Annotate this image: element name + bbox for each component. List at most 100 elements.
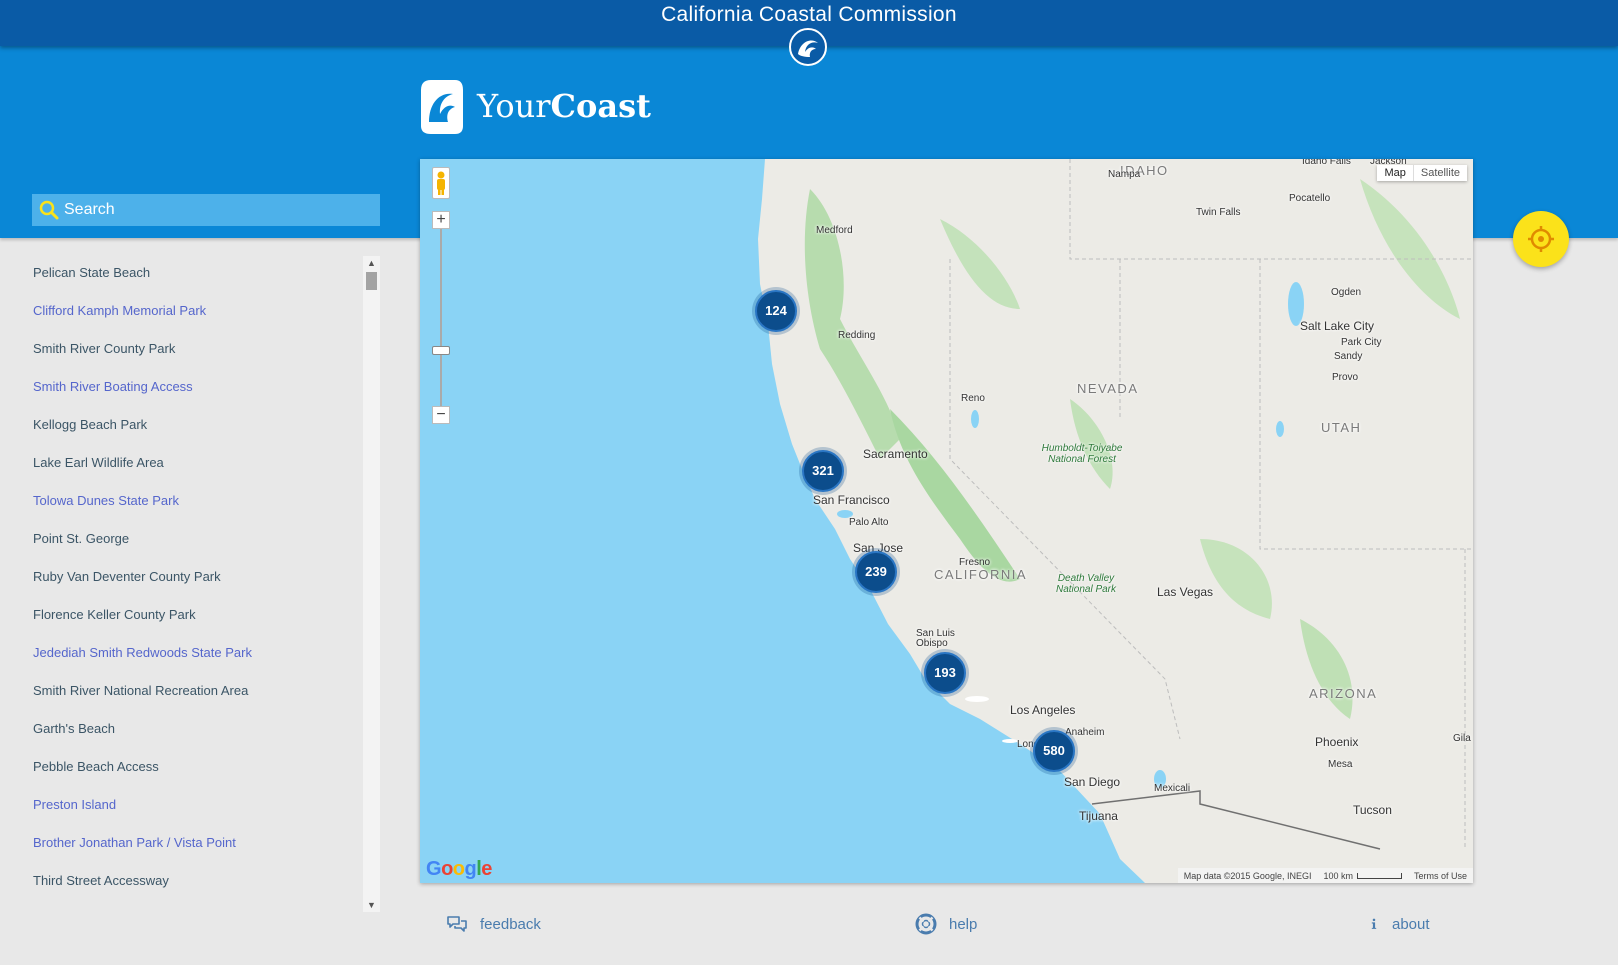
map-city-label: Sacramento bbox=[863, 447, 928, 461]
cluster-marker[interactable]: 321 bbox=[802, 450, 844, 492]
map-city-label: Anaheim bbox=[1065, 727, 1105, 738]
life-ring-icon bbox=[915, 913, 937, 935]
map-city-label: Mexicali bbox=[1154, 783, 1191, 794]
map-city-label: Mesa bbox=[1328, 759, 1353, 770]
zoom-in-button[interactable]: + bbox=[432, 211, 450, 229]
location-list-item[interactable]: Third Street Accessway bbox=[0, 862, 380, 900]
map-city-label: Tucson bbox=[1353, 803, 1392, 817]
map-city-label: Las Vegas bbox=[1157, 585, 1214, 599]
google-logo[interactable]: Google bbox=[426, 858, 492, 881]
map-city-label: Reno bbox=[961, 393, 985, 404]
location-list-item[interactable]: Jedediah Smith Redwoods State Park bbox=[0, 634, 380, 672]
locate-me-button[interactable] bbox=[1513, 211, 1569, 267]
map-terrain bbox=[420, 159, 1473, 883]
help-label: help bbox=[949, 915, 978, 933]
location-list-item[interactable]: Ruby Van Deventer County Park bbox=[0, 558, 380, 596]
search-box[interactable] bbox=[32, 194, 380, 226]
brand-wordmark: YourCoast bbox=[477, 87, 651, 125]
map-city-label: Nampa bbox=[1108, 169, 1141, 180]
location-list-item[interactable]: Lake Earl Wildlife Area bbox=[0, 444, 380, 482]
zoom-slider-track[interactable] bbox=[440, 229, 442, 406]
chat-bubbles-icon bbox=[447, 916, 467, 932]
brand-coast: Coast bbox=[550, 87, 651, 125]
about-link[interactable]: about bbox=[1368, 910, 1430, 938]
map-attribution: Map data ©2015 Google, INEGI 100 km Term… bbox=[1177, 868, 1473, 883]
location-list-item[interactable]: Point St. George bbox=[0, 520, 380, 558]
scale-bar bbox=[1356, 873, 1402, 880]
map-type-satellite[interactable]: Satellite bbox=[1412, 165, 1467, 181]
map-park-label: Death Valley National Park bbox=[1055, 573, 1117, 595]
location-list-item[interactable]: Smith River County Park bbox=[0, 330, 380, 368]
map-state-label: NEVADA bbox=[1077, 381, 1139, 396]
map-state-label: ARIZONA bbox=[1309, 686, 1378, 701]
map-city-label: San Francisco bbox=[813, 493, 890, 507]
search-icon bbox=[39, 200, 59, 220]
about-label: about bbox=[1392, 915, 1430, 933]
cluster-marker[interactable]: 580 bbox=[1033, 730, 1075, 772]
location-list-item[interactable]: Clifford Kamph Memorial Park bbox=[0, 292, 380, 330]
help-link[interactable]: help bbox=[915, 910, 977, 938]
terms-of-use-link[interactable]: Terms of Use bbox=[1414, 871, 1467, 881]
scroll-up-arrow-icon[interactable]: ▲ bbox=[363, 256, 380, 270]
map-city-label: Idaho Falls bbox=[1302, 159, 1351, 167]
scroll-down-arrow-icon[interactable]: ▼ bbox=[363, 898, 380, 912]
street-view-pegman[interactable] bbox=[432, 167, 450, 199]
map-park-label: Humboldt-Toiyabe National Forest bbox=[1041, 443, 1123, 465]
location-list-item[interactable]: Smith River National Recreation Area bbox=[0, 672, 380, 710]
cluster-marker[interactable]: 193 bbox=[924, 652, 966, 694]
feedback-label: feedback bbox=[480, 915, 541, 933]
location-list-item[interactable]: Pebble Beach Access bbox=[0, 748, 380, 786]
feedback-link[interactable]: feedback bbox=[446, 910, 541, 938]
map-city-label: Tijuana bbox=[1079, 809, 1118, 823]
location-list-scrollbar[interactable]: ▲ ▼ bbox=[363, 256, 380, 912]
location-list-item[interactable]: Garth's Beach bbox=[0, 710, 380, 748]
wave-icon bbox=[798, 40, 818, 57]
cluster-marker[interactable]: 124 bbox=[755, 290, 797, 332]
location-list-item[interactable]: Brother Jonathan Park / Vista Point bbox=[0, 824, 380, 862]
crosshair-icon bbox=[1528, 226, 1554, 252]
map-city-label: Los Angeles bbox=[1010, 703, 1076, 717]
zoom-slider-knob[interactable] bbox=[432, 346, 450, 355]
map-city-label: Palo Alto bbox=[849, 517, 889, 528]
location-list-item[interactable]: Kellogg Beach Park bbox=[0, 406, 380, 444]
map-city-label: Park City bbox=[1341, 337, 1382, 348]
pegman-icon bbox=[437, 171, 445, 195]
map-type-control: Map Satellite bbox=[1377, 165, 1467, 181]
location-list-item[interactable]: Tolowa Dunes State Park bbox=[0, 482, 380, 520]
map-city-label: Gila bbox=[1453, 733, 1471, 744]
map-state-label: CALIFORNIA bbox=[934, 567, 1028, 582]
map-city-label: San Luis Obispo bbox=[916, 628, 955, 649]
map-scale: 100 km bbox=[1323, 871, 1402, 881]
map-view[interactable]: Map Satellite + − IDAHO NEVADA UTAH CALI… bbox=[420, 159, 1473, 883]
info-icon bbox=[1371, 918, 1377, 929]
map-data-credit: Map data ©2015 Google, INEGI bbox=[1183, 870, 1312, 881]
map-city-label: Redding bbox=[838, 330, 876, 341]
map-city-label: Pocatello bbox=[1289, 193, 1331, 204]
map-city-label: Phoenix bbox=[1315, 735, 1359, 749]
map-city-label: San Diego bbox=[1064, 775, 1121, 789]
map-type-map[interactable]: Map bbox=[1377, 165, 1412, 181]
yourcoast-brand[interactable]: YourCoast bbox=[417, 76, 651, 136]
zoom-out-button[interactable]: − bbox=[432, 406, 450, 424]
yourcoast-logo-icon bbox=[421, 80, 463, 134]
map-city-label: Twin Falls bbox=[1196, 207, 1241, 218]
map-city-label: Salt Lake City bbox=[1300, 319, 1375, 333]
search-input[interactable] bbox=[64, 201, 364, 219]
cluster-marker[interactable]: 239 bbox=[855, 551, 897, 593]
map-city-label: Medford bbox=[816, 225, 853, 236]
location-list-item[interactable]: Smith River Boating Access bbox=[0, 368, 380, 406]
map-city-label: Fresno bbox=[959, 557, 991, 568]
map-state-label: UTAH bbox=[1321, 420, 1362, 435]
commission-wave-logo[interactable] bbox=[789, 28, 827, 66]
scroll-thumb[interactable] bbox=[366, 272, 377, 290]
map-city-label: Ogden bbox=[1331, 287, 1362, 298]
location-list: Pelican State Beach Clifford Kamph Memori… bbox=[0, 254, 380, 912]
brand-your: Your bbox=[477, 87, 551, 125]
map-scale-label: 100 km bbox=[1323, 870, 1353, 881]
map-city-label: Provo bbox=[1332, 372, 1359, 383]
map-city-label: Sandy bbox=[1334, 351, 1363, 362]
map-city-label: Jackson bbox=[1370, 159, 1407, 167]
location-list-item[interactable]: Pelican State Beach bbox=[0, 254, 380, 292]
location-list-item[interactable]: Preston Island bbox=[0, 786, 380, 824]
location-list-item[interactable]: Florence Keller County Park bbox=[0, 596, 380, 634]
